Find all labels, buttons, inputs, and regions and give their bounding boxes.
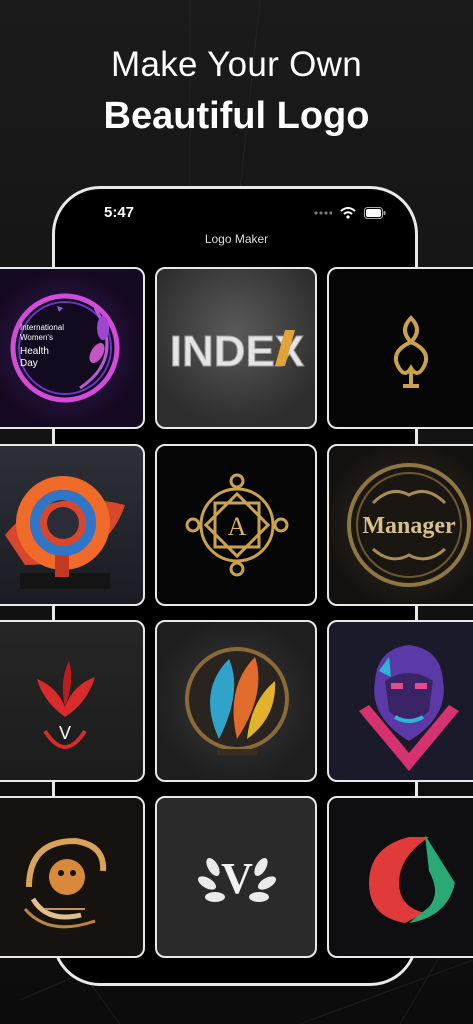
tile-text: Manager — [362, 513, 456, 539]
logo-tile[interactable] — [327, 620, 473, 782]
tile-text: V — [59, 723, 71, 743]
logo-grid: International Women's Health Day INDEX A… — [0, 0, 473, 1024]
tile-text: Day — [20, 358, 38, 369]
gold-mandala-a-logo: A — [185, 473, 289, 577]
logo-tile[interactable]: V — [0, 620, 145, 782]
logo-tile[interactable]: A — [155, 444, 317, 606]
gold-ornament-logo — [394, 315, 428, 388]
logo-tile[interactable]: V — [155, 796, 317, 958]
tile-text: Health — [20, 346, 49, 357]
laurel-v-logo: V — [197, 854, 277, 903]
tile-text: V — [221, 854, 253, 903]
3d-ring-sculpture-logo — [5, 476, 125, 589]
tile-text: A — [228, 512, 247, 541]
logo-tile[interactable] — [327, 267, 473, 429]
red-green-shape-logo — [369, 835, 455, 923]
logo-tile[interactable] — [0, 444, 145, 606]
tile-text: International — [20, 323, 64, 332]
index-logo: INDEX — [169, 327, 304, 377]
logo-tile[interactable] — [327, 796, 473, 958]
tile-text: Women's — [20, 333, 53, 342]
manager-emblem-logo: Manager — [347, 463, 471, 587]
tiger-swirl-logo — [23, 837, 107, 929]
gorilla-logo — [359, 645, 459, 771]
womens-health-day-logo: International Women's Health Day — [10, 293, 120, 403]
colorful-feather-logo — [185, 647, 289, 755]
logo-tile[interactable] — [155, 620, 317, 782]
logo-tile[interactable] — [0, 796, 145, 958]
logo-tile[interactable]: Manager — [327, 444, 473, 606]
red-flower-v-logo: V — [37, 661, 95, 750]
logo-tile[interactable]: INDEX — [155, 267, 317, 429]
logo-tile[interactable]: International Women's Health Day — [0, 267, 145, 429]
